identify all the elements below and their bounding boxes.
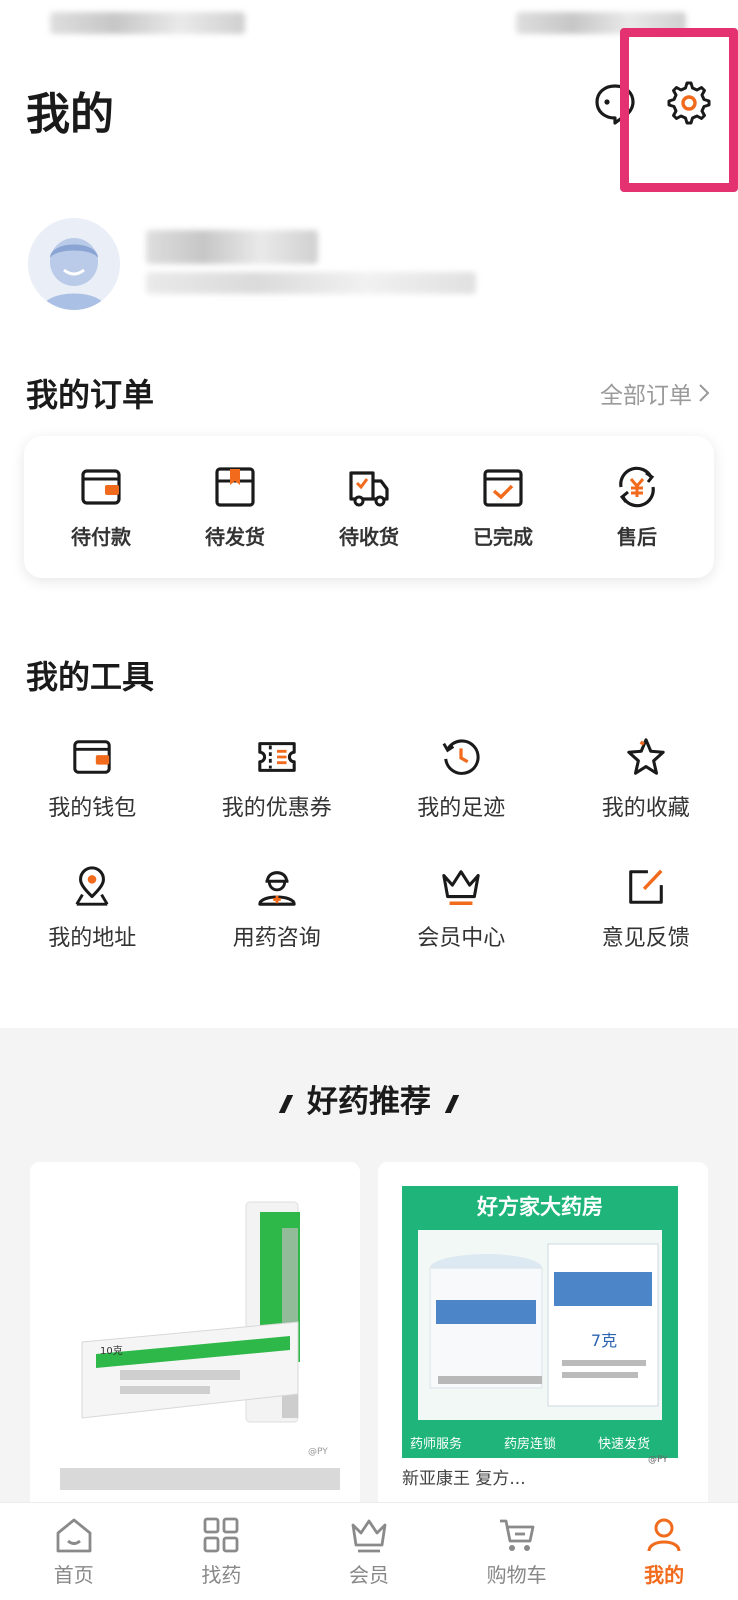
tool-address[interactable]: 我的地址: [0, 866, 185, 952]
crown-icon: [442, 870, 480, 905]
tab-label: 我的: [644, 1563, 685, 1587]
feedback-icon: [628, 869, 663, 904]
avatar-icon: [42, 238, 106, 310]
star-icon: [627, 738, 665, 775]
order-label: 待付款: [71, 524, 131, 549]
status-bar-right: [516, 12, 686, 34]
status-bar-left: [50, 12, 245, 34]
message-icon: [595, 84, 635, 125]
tools-section-title: 我的工具: [26, 658, 155, 696]
banner-text: 好方家大药房: [476, 1195, 603, 1219]
tab-mine[interactable]: 我的: [604, 1515, 724, 1588]
tab-label: 找药: [201, 1563, 242, 1587]
recommend-title: 好药推荐: [0, 1076, 738, 1121]
chevron-right-icon: [699, 384, 710, 402]
ointment-product-image: 10克 @PY: [30, 1162, 360, 1512]
product-card[interactable]: 好方家大药房 7克 药师服务 药房连锁 快速发货 @PY 新亚康王 复方...: [378, 1162, 708, 1512]
order-completed[interactable]: 已完成: [441, 465, 565, 550]
tab-label: 会员: [348, 1563, 389, 1587]
avatar[interactable]: [28, 218, 120, 310]
wallet-icon: [73, 740, 111, 774]
pharmacist-icon: [258, 871, 296, 906]
product-card[interactable]: 10克 @PY: [30, 1162, 360, 1512]
all-orders-link[interactable]: 全部订单: [600, 376, 710, 410]
user-icon: [647, 1518, 681, 1552]
crown-icon: [351, 1519, 387, 1553]
badge-fast-ship: 快速发货: [598, 1436, 650, 1452]
package-icon: [215, 466, 255, 507]
badge-chain: 药房连锁: [504, 1436, 556, 1452]
order-after-sales[interactable]: 售后: [575, 465, 699, 550]
completed-icon: [483, 468, 523, 507]
tool-label: 我的足迹: [417, 796, 506, 821]
badge-pharmacist: 药师服务: [410, 1436, 462, 1452]
product-caption: 新亚康王 复方...: [402, 1469, 526, 1489]
tool-history[interactable]: 我的足迹: [369, 736, 554, 822]
order-pending-receipt[interactable]: 待收货: [307, 465, 431, 550]
tool-feedback[interactable]: 意见反馈: [554, 866, 738, 952]
all-orders-label: 全部订单: [600, 383, 692, 409]
decor-dash: [278, 1094, 294, 1113]
page-title: 我的: [26, 89, 114, 140]
tab-cart[interactable]: 购物车: [457, 1515, 577, 1588]
cart-icon: [499, 1519, 534, 1551]
tool-label: 用药咨询: [232, 926, 321, 951]
tab-find-medicine[interactable]: 找药: [161, 1515, 281, 1588]
tool-label: 我的收藏: [601, 796, 690, 821]
watermark: @PY: [648, 1455, 668, 1465]
ointment-jar-product-image: 好方家大药房 7克 药师服务 药房连锁 快速发货 @PY 新亚康王 复方...: [378, 1162, 708, 1512]
tool-coupon[interactable]: 我的优惠券: [185, 736, 370, 822]
box-weight: 10克: [100, 1345, 123, 1357]
wallet-icon: [81, 468, 121, 505]
order-label: 售后: [617, 524, 657, 549]
user-name-blurred: [146, 230, 318, 264]
tool-favorites[interactable]: 我的收藏: [554, 736, 738, 822]
truck-icon: [349, 470, 389, 506]
bottom-tab-bar: 首页 找药 会员 购物车 我的: [0, 1502, 738, 1600]
tool-member-center[interactable]: 会员中心: [369, 866, 554, 952]
tab-home[interactable]: 首页: [14, 1515, 134, 1588]
order-pending-payment[interactable]: 待付款: [39, 465, 163, 550]
tool-label: 我的钱包: [48, 796, 137, 821]
orders-card: 待付款 待发货 待收货 已完成 售后: [24, 436, 714, 578]
coupon-icon: [258, 742, 296, 772]
weight-label: 7克: [591, 1331, 617, 1350]
tab-label: 首页: [53, 1563, 94, 1587]
decor-dash: [444, 1094, 460, 1113]
tool-label: 意见反馈: [601, 926, 690, 951]
location-icon: [75, 866, 109, 906]
tool-label: 会员中心: [417, 926, 506, 951]
tab-member[interactable]: 会员: [309, 1515, 429, 1588]
tool-label: 我的优惠券: [221, 796, 332, 821]
history-icon: [442, 739, 480, 775]
settings-button[interactable]: [666, 80, 712, 126]
orders-section-title: 我的订单: [26, 376, 155, 414]
recommend-title-text: 好药推荐: [307, 1084, 431, 1120]
order-label: 已完成: [473, 524, 533, 549]
home-icon: [56, 1518, 92, 1553]
message-button[interactable]: [592, 80, 638, 126]
after-sales-icon: [619, 466, 655, 507]
grid-icon: [203, 1517, 239, 1553]
tools-grid: 我的钱包 我的优惠券 我的足迹 我的收藏 我的地址 用药咨询 会员中心 意见反馈: [0, 736, 738, 952]
order-label: 待发货: [205, 524, 265, 549]
gear-icon: [667, 81, 711, 125]
order-pending-shipment[interactable]: 待发货: [173, 465, 297, 550]
user-info-blurred: [146, 272, 476, 294]
watermark: @PY: [308, 1447, 328, 1457]
order-label: 待收货: [339, 524, 399, 549]
tab-label: 购物车: [486, 1563, 547, 1587]
tool-label: 我的地址: [48, 926, 137, 951]
tool-wallet[interactable]: 我的钱包: [0, 736, 185, 822]
tool-consult[interactable]: 用药咨询: [185, 866, 370, 952]
